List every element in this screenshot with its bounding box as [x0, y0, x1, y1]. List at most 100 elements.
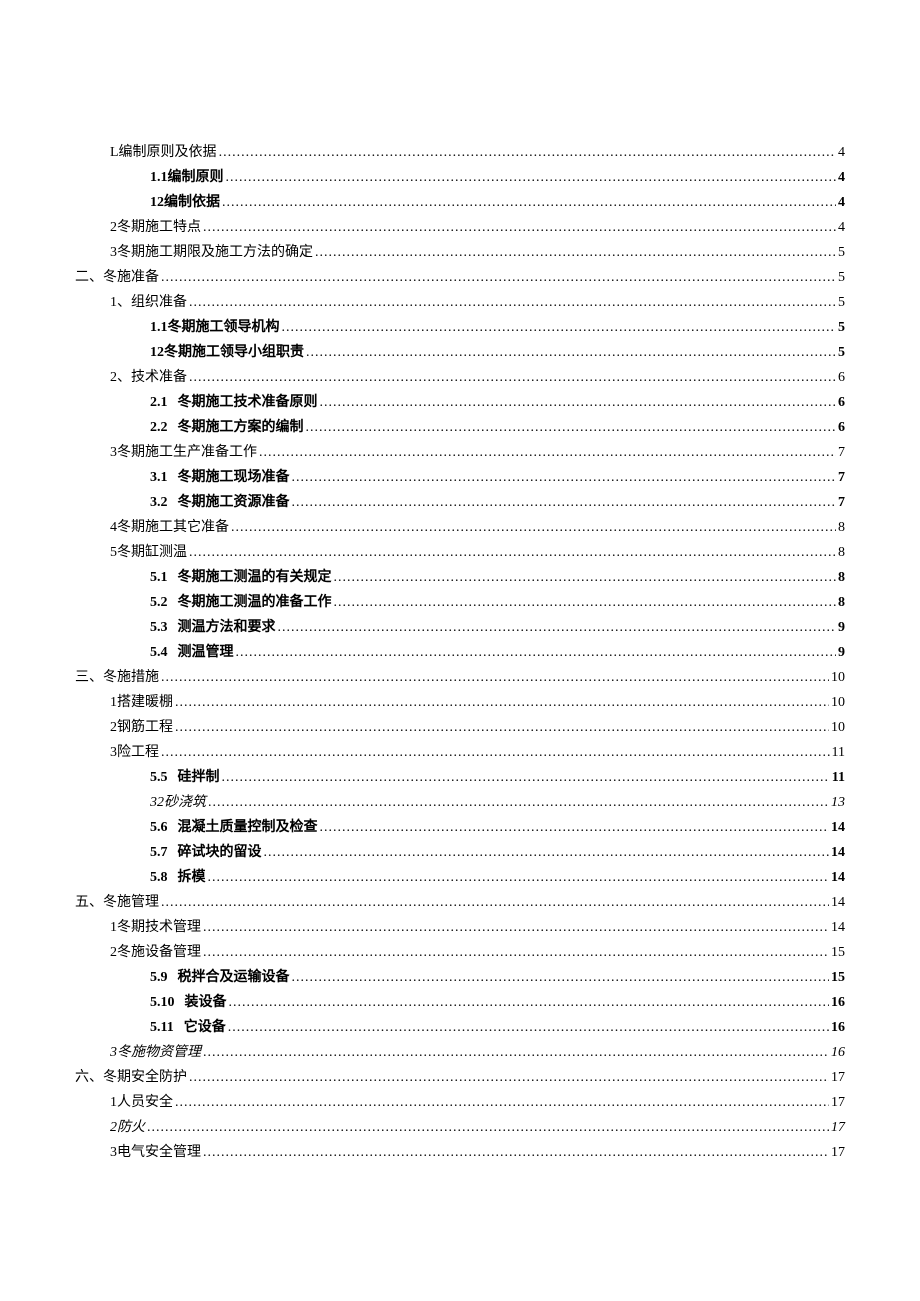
toc-leader-dots	[226, 165, 837, 190]
toc-page-number: 14	[831, 815, 845, 840]
toc-page-number: 10	[831, 665, 845, 690]
toc-leader-dots	[203, 915, 829, 940]
toc-label: 5.10装设备	[150, 990, 227, 1015]
toc-label: 1人员安全	[110, 1090, 173, 1115]
toc-label: 5冬期缸测温	[110, 540, 187, 565]
toc-page-number: 5	[838, 240, 845, 265]
toc-title: 三、冬施措施	[75, 670, 159, 685]
toc-entry: 2.1冬期施工技术准备原则6	[75, 390, 845, 415]
toc-leader-dots	[306, 415, 837, 440]
toc-entry: 12冬期施工领导小组职责 5	[75, 340, 845, 365]
toc-title: 2冬期施工特点	[110, 220, 201, 235]
toc-leader-dots	[175, 1090, 829, 1115]
toc-label: 5.7 碎试块的留设	[150, 840, 262, 865]
toc-number: 5.4	[150, 640, 168, 665]
toc-page-number: 15	[831, 940, 845, 965]
toc-label: 2冬施设备管理	[110, 940, 201, 965]
toc-label: 2.2冬期施工方案的编制	[150, 415, 304, 440]
toc-page-number: 13	[831, 790, 845, 815]
toc-entry: 5.2冬期施工测温的准备工作8	[75, 590, 845, 615]
toc-page-number: 6	[838, 415, 845, 440]
toc-page-number: 6	[838, 365, 845, 390]
toc-number: 5.6	[150, 815, 168, 840]
toc-page-number: 14	[831, 890, 845, 915]
toc-leader-dots	[292, 490, 837, 515]
toc-number: 5.2	[150, 590, 168, 615]
toc-leader-dots	[161, 665, 829, 690]
toc-page-number: 5	[838, 290, 845, 315]
toc-label: 3冬期施工生产准备工作	[110, 440, 257, 465]
toc-page-number: 4	[838, 215, 845, 240]
toc-entry: 3电气安全管理17	[75, 1140, 845, 1165]
toc-entry: 六、冬期安全防护17	[75, 1065, 845, 1090]
toc-entry: 5.11它设备16	[75, 1015, 845, 1040]
toc-number: 5.9	[150, 965, 168, 990]
toc-leader-dots	[208, 865, 830, 890]
toc-label: 三、冬施措施	[75, 665, 159, 690]
toc-page-number: 4	[838, 165, 845, 190]
toc-entry: 5.8拆模 14	[75, 865, 845, 890]
toc-entry: 3冬期施工期限及施工方法的确定5	[75, 240, 845, 265]
toc-entry: 1搭建暖棚10	[75, 690, 845, 715]
toc-title: 32砂浇筑	[150, 795, 206, 810]
toc-number: 5.11	[150, 1015, 174, 1040]
toc-page-number: 11	[832, 740, 845, 765]
toc-label: 3险工程	[110, 740, 159, 765]
toc-leader-dots	[219, 140, 836, 165]
toc-leader-dots	[175, 690, 829, 715]
toc-entry: 1.1冬期施工领导机构5	[75, 315, 845, 340]
toc-title: 12编制依据	[150, 195, 220, 210]
toc-title: 2、技术准备	[110, 370, 187, 385]
toc-page-number: 14	[831, 865, 845, 890]
toc-label: 2.1冬期施工技术准备原则	[150, 390, 318, 415]
toc-leader-dots	[292, 465, 837, 490]
toc-title: 冬期施工技术准备原则	[178, 395, 318, 410]
toc-label: 2、技术准备	[110, 365, 187, 390]
toc-label: 5.5硅拌制	[150, 765, 220, 790]
toc-label: 5.6混凝土质量控制及检查	[150, 815, 318, 840]
toc-title: 2防火	[110, 1120, 145, 1135]
toc-entry: 三、冬施措施 10	[75, 665, 845, 690]
toc-entry: 五、冬施管理 14	[75, 890, 845, 915]
toc-page-number: 14	[831, 840, 845, 865]
toc-number: 5.3	[150, 615, 168, 640]
toc-page-number: 11	[832, 765, 845, 790]
toc-title: 12冬期施工领导小组职责	[150, 345, 304, 360]
toc-label: 12冬期施工领导小组职责	[150, 340, 304, 365]
toc-label: 二、冬施准备	[75, 265, 159, 290]
toc-number: 5.7	[150, 840, 168, 865]
toc-label: 5.4 测温管理	[150, 640, 234, 665]
toc-title: 五、冬施管理	[75, 895, 159, 910]
toc-entry: 5.10装设备 16	[75, 990, 845, 1015]
toc-page-number: 5	[838, 340, 845, 365]
toc-leader-dots	[282, 315, 837, 340]
toc-page-number: 16	[831, 990, 845, 1015]
toc-leader-dots	[278, 615, 837, 640]
toc-entry: 5冬期缸测温8	[75, 540, 845, 565]
toc-title: 碎试块的留设	[178, 845, 262, 860]
toc-leader-dots	[306, 340, 836, 365]
toc-label: 5.8拆模	[150, 865, 206, 890]
toc-label: 1.1冬期施工领导机构	[150, 315, 280, 340]
toc-page-number: 9	[838, 615, 845, 640]
toc-leader-dots	[203, 215, 836, 240]
toc-leader-dots	[161, 265, 836, 290]
toc-title: 测温管理	[178, 645, 234, 660]
toc-entry: 4冬期施工其它准备8	[75, 515, 845, 540]
toc-number: 5.5	[150, 765, 168, 790]
toc-entry: 1.1编制原则 4	[75, 165, 845, 190]
toc-leader-dots	[147, 1115, 829, 1140]
toc-label: 1冬期技术管理	[110, 915, 201, 940]
toc-title: 4冬期施工其它准备	[110, 520, 229, 535]
toc-title: 3电气安全管理	[110, 1145, 201, 1160]
toc-leader-dots	[222, 190, 836, 215]
toc-page-number: 4	[838, 140, 845, 165]
toc-page-number: 17	[831, 1090, 845, 1115]
toc-title: 1搭建暖棚	[110, 695, 173, 710]
toc-title: 它设备	[184, 1020, 226, 1035]
toc-label: 1.1编制原则	[150, 165, 224, 190]
toc-leader-dots	[229, 990, 830, 1015]
toc-label: 五、冬施管理	[75, 890, 159, 915]
toc-label: 2钢筋工程	[110, 715, 173, 740]
toc-label: L编制原则及依据	[110, 140, 217, 165]
